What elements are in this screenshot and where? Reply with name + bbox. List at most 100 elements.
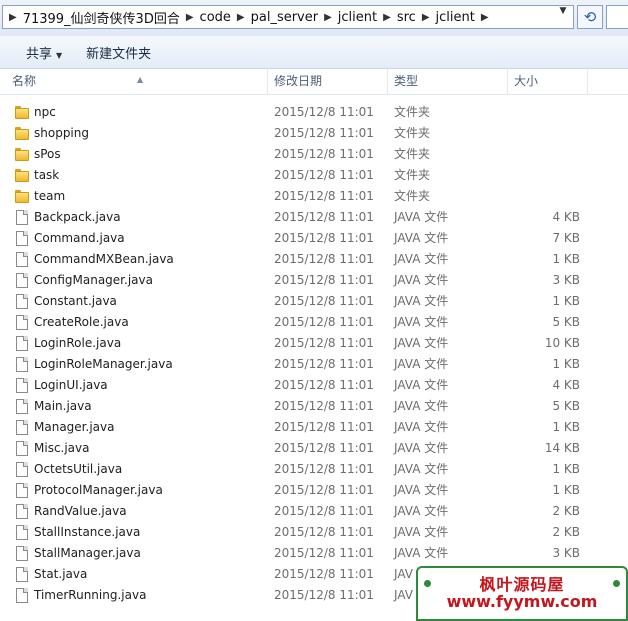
file-icon — [16, 210, 28, 225]
column-header-type[interactable]: 类型 — [388, 69, 508, 94]
file-type: 文件夹 — [394, 189, 431, 203]
file-size: 3 KB — [552, 546, 580, 560]
list-item[interactable]: Backpack.java 2015/12/8 11:01 JAVA 文件 4 KB — [0, 207, 628, 228]
list-item[interactable]: StallInstance.java 2015/12/8 11:01 JAVA 文件… — [0, 522, 628, 543]
file-name: Backpack.java — [34, 210, 121, 224]
file-type: 文件夹 — [394, 147, 431, 161]
chevron-right-icon[interactable]: ▶ — [231, 12, 251, 23]
list-item[interactable]: Constant.java 2015/12/8 11:01 JAVA 文件 1 KB — [0, 291, 628, 312]
list-item[interactable]: CreateRole.java 2015/12/8 11:01 JAVA 文件 5 K… — [0, 312, 628, 333]
list-item[interactable]: sPos 2015/12/8 11:01 文件夹 — [0, 144, 628, 165]
file-name: Manager.java — [34, 420, 115, 434]
file-date: 2015/12/8 11:01 — [274, 588, 374, 602]
file-date: 2015/12/8 11:01 — [274, 399, 374, 413]
file-date: 2015/12/8 11:01 — [274, 147, 374, 161]
file-size: 1 KB — [552, 294, 580, 308]
chevron-right-icon[interactable]: ▶ — [475, 12, 495, 23]
list-item[interactable]: RandValue.java 2015/12/8 11:01 JAVA 文件 2 KB — [0, 501, 628, 522]
file-type: JAVA 文件 — [394, 231, 449, 245]
file-icon — [16, 567, 28, 582]
file-type: JAVA 文件 — [394, 252, 449, 266]
search-input[interactable] — [606, 5, 628, 29]
file-size: 7 KB — [552, 231, 580, 245]
file-size — [510, 186, 580, 207]
column-header-date[interactable]: 修改日期 — [268, 69, 388, 94]
breadcrumb-item[interactable]: jclient — [436, 10, 475, 25]
list-item[interactable]: CommandMXBean.java 2015/12/8 11:01 JAVA 文件… — [0, 249, 628, 270]
chevron-right-icon[interactable]: ▶ — [180, 12, 200, 23]
file-date: 2015/12/8 11:01 — [274, 273, 374, 287]
list-item[interactable]: Main.java 2015/12/8 11:01 JAVA 文件 5 KB — [0, 396, 628, 417]
file-name: TimerRunning.java — [34, 588, 147, 602]
file-size: 5 KB — [552, 315, 580, 329]
list-item[interactable]: team 2015/12/8 11:01 文件夹 — [0, 186, 628, 207]
list-item[interactable]: ConfigManager.java 2015/12/8 11:01 JAVA 文件… — [0, 270, 628, 291]
file-type: JAVA 文件 — [394, 273, 449, 287]
list-item[interactable]: LoginRoleManager.java 2015/12/8 11:01 JAVA… — [0, 354, 628, 375]
column-header-name[interactable]: 名称 ▲ — [6, 69, 268, 94]
file-date: 2015/12/8 11:01 — [274, 168, 374, 182]
column-header-size[interactable]: 大小 — [508, 69, 588, 94]
file-type: JAVA 文件 — [394, 462, 449, 476]
file-size: 14 KB — [544, 441, 580, 455]
toolbar: 共享 ▼ 新建文件夹 — [0, 36, 628, 69]
file-icon — [16, 252, 28, 267]
file-size: 5 KB — [552, 399, 580, 413]
file-name: sPos — [34, 147, 61, 161]
list-item[interactable]: LoginRole.java 2015/12/8 11:01 JAVA 文件 10 K… — [0, 333, 628, 354]
chevron-down-icon[interactable]: ▼ — [556, 4, 570, 18]
file-type: JAV — [394, 567, 413, 581]
file-type: JAVA 文件 — [394, 315, 449, 329]
file-size: 1 KB — [552, 420, 580, 434]
file-date: 2015/12/8 11:01 — [274, 126, 374, 140]
list-item[interactable]: shopping 2015/12/8 11:01 文件夹 — [0, 123, 628, 144]
file-name: Main.java — [34, 399, 92, 413]
address-bar[interactable]: ▶ 71399_仙剑奇侠传3D回合 ▶ code ▶ pal_server ▶ jclien… — [2, 5, 574, 29]
file-size: 2 KB — [552, 504, 580, 518]
file-icon — [16, 525, 28, 540]
list-item[interactable]: OctetsUtil.java 2015/12/8 11:01 JAVA 文件 1 K… — [0, 459, 628, 480]
chevron-down-icon: ▼ — [56, 50, 63, 60]
file-icon — [16, 273, 28, 288]
breadcrumb-item[interactable]: 71399_仙剑奇侠传3D回合 — [23, 8, 180, 27]
chevron-right-icon[interactable]: ▶ — [3, 12, 23, 23]
list-item[interactable]: Manager.java 2015/12/8 11:01 JAVA 文件 1 KB — [0, 417, 628, 438]
list-item[interactable]: Command.java 2015/12/8 11:01 JAVA 文件 7 KB — [0, 228, 628, 249]
breadcrumb-item[interactable]: jclient — [338, 10, 377, 25]
column-header-size-label: 大小 — [514, 74, 539, 88]
chevron-right-icon[interactable]: ▶ — [416, 12, 436, 23]
new-folder-button[interactable]: 新建文件夹 — [74, 43, 163, 62]
file-type: JAVA 文件 — [394, 546, 449, 560]
breadcrumb-item[interactable]: code — [200, 10, 231, 25]
chevron-right-icon[interactable]: ▶ — [318, 12, 338, 23]
file-size: 1 KB — [552, 462, 580, 476]
breadcrumb-item[interactable]: pal_server — [251, 10, 318, 25]
file-type: 文件夹 — [394, 105, 431, 119]
breadcrumb-item[interactable]: src — [397, 10, 416, 25]
list-item[interactable]: LoginUI.java 2015/12/8 11:01 JAVA 文件 4 KB — [0, 375, 628, 396]
file-name: team — [34, 189, 66, 203]
file-type: JAVA 文件 — [394, 441, 449, 455]
file-type: JAVA 文件 — [394, 294, 449, 308]
chevron-right-icon[interactable]: ▶ — [377, 12, 397, 23]
file-date: 2015/12/8 11:01 — [274, 210, 374, 224]
file-type: JAV — [394, 588, 413, 602]
watermark-url: www.fyymw.com — [446, 592, 598, 611]
file-name: ProtocolManager.java — [34, 483, 163, 497]
file-name: task — [34, 168, 60, 182]
file-name: npc — [34, 105, 56, 119]
file-name: Misc.java — [34, 441, 90, 455]
list-item[interactable]: task 2015/12/8 11:01 文件夹 — [0, 165, 628, 186]
file-date: 2015/12/8 11:01 — [274, 231, 374, 245]
file-size — [510, 102, 580, 123]
list-item[interactable]: npc 2015/12/8 11:01 文件夹 — [0, 102, 628, 123]
file-size: 1 KB — [552, 357, 580, 371]
list-item[interactable]: StallManager.java 2015/12/8 11:01 JAVA 文件 3… — [0, 543, 628, 564]
list-item[interactable]: ProtocolManager.java 2015/12/8 11:01 JAVA … — [0, 480, 628, 501]
share-button[interactable]: 共享 ▼ — [0, 43, 74, 62]
file-type: 文件夹 — [394, 168, 431, 182]
file-size: 4 KB — [552, 378, 580, 392]
list-item[interactable]: Misc.java 2015/12/8 11:01 JAVA 文件 14 KB — [0, 438, 628, 459]
refresh-icon[interactable]: ⟲ — [577, 5, 603, 29]
file-name: CommandMXBean.java — [34, 252, 174, 266]
